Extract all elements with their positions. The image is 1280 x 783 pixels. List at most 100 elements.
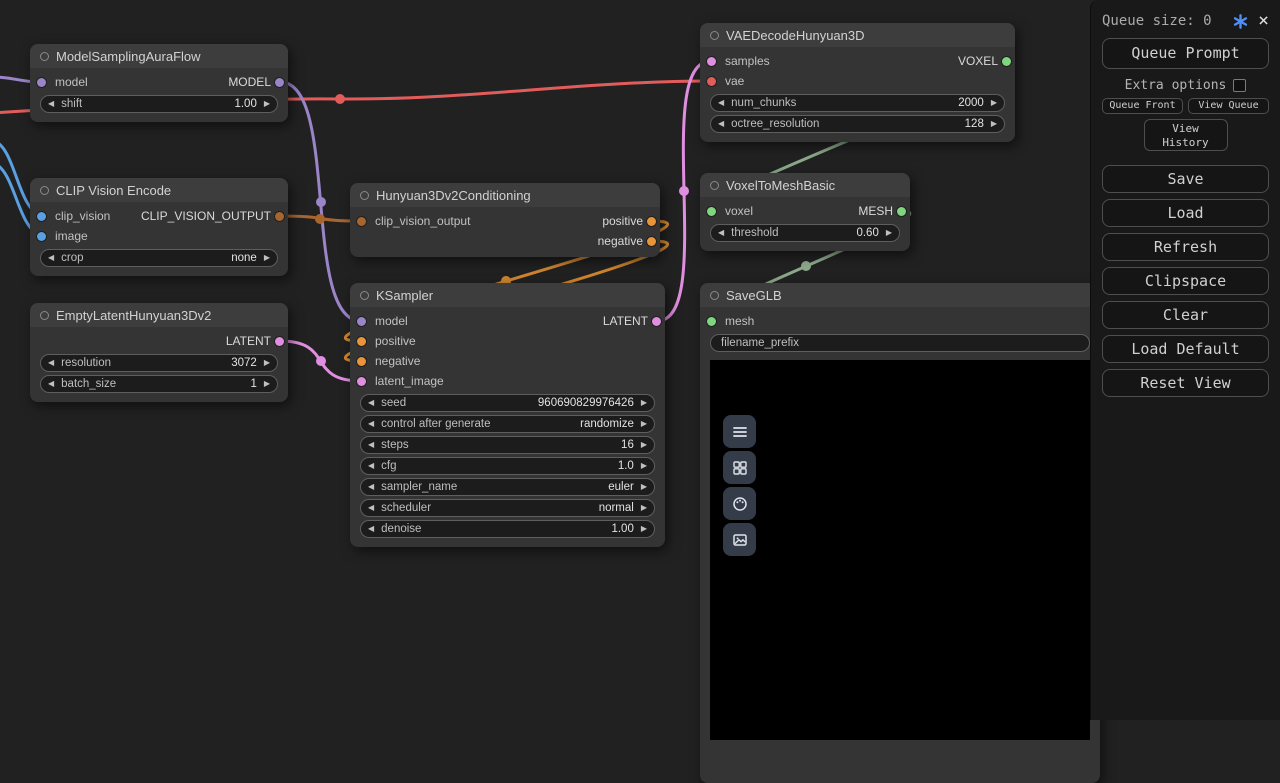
left-arrow-icon[interactable]: ◀ xyxy=(368,399,374,407)
palette-button[interactable] xyxy=(723,487,756,520)
node-title-bar[interactable]: VAEDecodeHunyuan3D xyxy=(700,23,1015,47)
output-port-negative[interactable] xyxy=(647,237,656,246)
output-port-latent[interactable] xyxy=(275,337,284,346)
right-arrow-icon[interactable]: ▶ xyxy=(264,380,270,388)
queue-front-button[interactable]: Queue Front xyxy=(1102,98,1183,114)
widget-shift[interactable]: ◀ shift 1.00 ▶ xyxy=(40,95,278,113)
left-arrow-icon[interactable]: ◀ xyxy=(48,380,54,388)
widget-control-after-generate[interactable]: ◀ control after generate randomize ▶ xyxy=(360,415,655,433)
right-arrow-icon[interactable]: ▶ xyxy=(264,100,270,108)
node-clip-vision-encode[interactable]: CLIP Vision Encode clip_vision CLIP_VISI… xyxy=(30,178,288,276)
input-port-image[interactable] xyxy=(37,232,46,241)
menu-button[interactable] xyxy=(723,415,756,448)
clipspace-button[interactable]: Clipspace xyxy=(1102,267,1269,295)
widget-steps[interactable]: ◀ steps 16 ▶ xyxy=(360,436,655,454)
node-vaedecodehunyuan3d[interactable]: VAEDecodeHunyuan3D samples VOXEL vae ◀ n… xyxy=(700,23,1015,142)
output-port-latent[interactable] xyxy=(652,317,661,326)
left-arrow-icon[interactable]: ◀ xyxy=(368,525,374,533)
node-saveglb[interactable]: SaveGLB mesh filename_prefix xyxy=(700,283,1100,783)
right-arrow-icon[interactable]: ▶ xyxy=(641,462,647,470)
queue-prompt-button[interactable]: Queue Prompt xyxy=(1102,38,1269,69)
right-arrow-icon[interactable]: ▶ xyxy=(641,399,647,407)
node-title-bar[interactable]: Hunyuan3Dv2Conditioning xyxy=(350,183,660,207)
load-button[interactable]: Load xyxy=(1102,199,1269,227)
output-port-voxel[interactable] xyxy=(1002,57,1011,66)
close-icon[interactable]: × xyxy=(1258,12,1269,30)
node-title-bar[interactable]: ModelSamplingAuraFlow xyxy=(30,44,288,68)
grid-button[interactable] xyxy=(723,451,756,484)
left-arrow-icon[interactable]: ◀ xyxy=(48,100,54,108)
left-arrow-icon[interactable]: ◀ xyxy=(368,462,374,470)
output-port-clip-vision-output[interactable] xyxy=(275,212,284,221)
left-arrow-icon[interactable]: ◀ xyxy=(368,420,374,428)
input-port-samples[interactable] xyxy=(707,57,716,66)
widget-num-chunks[interactable]: ◀ num_chunks 2000 ▶ xyxy=(710,94,1005,112)
widget-crop[interactable]: ◀ crop none ▶ xyxy=(40,249,278,267)
right-arrow-icon[interactable]: ▶ xyxy=(264,254,270,262)
collapse-dot[interactable] xyxy=(360,191,369,200)
input-port-model[interactable] xyxy=(357,317,366,326)
node-hunyuan3dv2conditioning[interactable]: Hunyuan3Dv2Conditioning clip_vision_outp… xyxy=(350,183,660,257)
view-queue-button[interactable]: View Queue xyxy=(1188,98,1269,114)
input-port-model[interactable] xyxy=(37,78,46,87)
load-default-button[interactable]: Load Default xyxy=(1102,335,1269,363)
collapse-dot[interactable] xyxy=(40,52,49,61)
node-emptylatenthunyuan3dv2[interactable]: EmptyLatentHunyuan3Dv2 LATENT ◀ resoluti… xyxy=(30,303,288,402)
left-arrow-icon[interactable]: ◀ xyxy=(368,441,374,449)
input-port-voxel[interactable] xyxy=(707,207,716,216)
right-arrow-icon[interactable]: ▶ xyxy=(991,120,997,128)
view-history-button[interactable]: View History xyxy=(1144,119,1228,151)
collapse-dot[interactable] xyxy=(40,186,49,195)
reset-view-button[interactable]: Reset View xyxy=(1102,369,1269,397)
node-ksampler[interactable]: KSampler model LATENT positive negative … xyxy=(350,283,665,547)
node-title-bar[interactable]: EmptyLatentHunyuan3Dv2 xyxy=(30,303,288,327)
right-arrow-icon[interactable]: ▶ xyxy=(886,229,892,237)
widget-octree-resolution[interactable]: ◀ octree_resolution 128 ▶ xyxy=(710,115,1005,133)
collapse-dot[interactable] xyxy=(40,311,49,320)
node-title-bar[interactable]: KSampler xyxy=(350,283,665,307)
widget-denoise[interactable]: ◀ denoise 1.00 ▶ xyxy=(360,520,655,538)
input-port-latent-image[interactable] xyxy=(357,377,366,386)
settings-button[interactable] xyxy=(1233,14,1248,29)
input-port-clip-vision-output[interactable] xyxy=(357,217,366,226)
left-arrow-icon[interactable]: ◀ xyxy=(718,99,724,107)
collapse-dot[interactable] xyxy=(710,181,719,190)
clear-button[interactable]: Clear xyxy=(1102,301,1269,329)
right-arrow-icon[interactable]: ▶ xyxy=(641,483,647,491)
left-arrow-icon[interactable]: ◀ xyxy=(718,229,724,237)
output-port-positive[interactable] xyxy=(647,217,656,226)
node-title-bar[interactable]: CLIP Vision Encode xyxy=(30,178,288,202)
node-title-bar[interactable]: VoxelToMeshBasic xyxy=(700,173,910,197)
input-port-vae[interactable] xyxy=(707,77,716,86)
graph-canvas[interactable]: ModelSamplingAuraFlow model MODEL ◀ shif… xyxy=(0,0,1280,720)
widget-resolution[interactable]: ◀ resolution 3072 ▶ xyxy=(40,354,278,372)
collapse-dot[interactable] xyxy=(710,291,719,300)
left-arrow-icon[interactable]: ◀ xyxy=(368,504,374,512)
left-arrow-icon[interactable]: ◀ xyxy=(368,483,374,491)
widget-seed[interactable]: ◀ seed 960690829976426 ▶ xyxy=(360,394,655,412)
right-arrow-icon[interactable]: ▶ xyxy=(991,99,997,107)
save-button[interactable]: Save xyxy=(1102,165,1269,193)
left-arrow-icon[interactable]: ◀ xyxy=(48,254,54,262)
extra-options-checkbox[interactable] xyxy=(1233,79,1246,92)
right-arrow-icon[interactable]: ▶ xyxy=(641,420,647,428)
left-arrow-icon[interactable]: ◀ xyxy=(48,359,54,367)
widget-threshold[interactable]: ◀ threshold 0.60 ▶ xyxy=(710,224,900,242)
collapse-dot[interactable] xyxy=(710,31,719,40)
node-voxeltomeshbasic[interactable]: VoxelToMeshBasic voxel MESH ◀ threshold … xyxy=(700,173,910,251)
node-modelsamplingauraflow[interactable]: ModelSamplingAuraFlow model MODEL ◀ shif… xyxy=(30,44,288,122)
output-port-mesh[interactable] xyxy=(897,207,906,216)
widget-filename-prefix[interactable]: filename_prefix xyxy=(710,334,1090,352)
right-arrow-icon[interactable]: ▶ xyxy=(264,359,270,367)
widget-batch-size[interactable]: ◀ batch_size 1 ▶ xyxy=(40,375,278,393)
image-button[interactable] xyxy=(723,523,756,556)
3d-preview[interactable] xyxy=(710,360,1090,740)
left-arrow-icon[interactable]: ◀ xyxy=(718,120,724,128)
widget-sampler-name[interactable]: ◀ sampler_name euler ▶ xyxy=(360,478,655,496)
right-arrow-icon[interactable]: ▶ xyxy=(641,441,647,449)
output-port-model[interactable] xyxy=(275,78,284,87)
input-port-clip-vision[interactable] xyxy=(37,212,46,221)
collapse-dot[interactable] xyxy=(360,291,369,300)
node-title-bar[interactable]: SaveGLB xyxy=(700,283,1100,307)
widget-cfg[interactable]: ◀ cfg 1.0 ▶ xyxy=(360,457,655,475)
